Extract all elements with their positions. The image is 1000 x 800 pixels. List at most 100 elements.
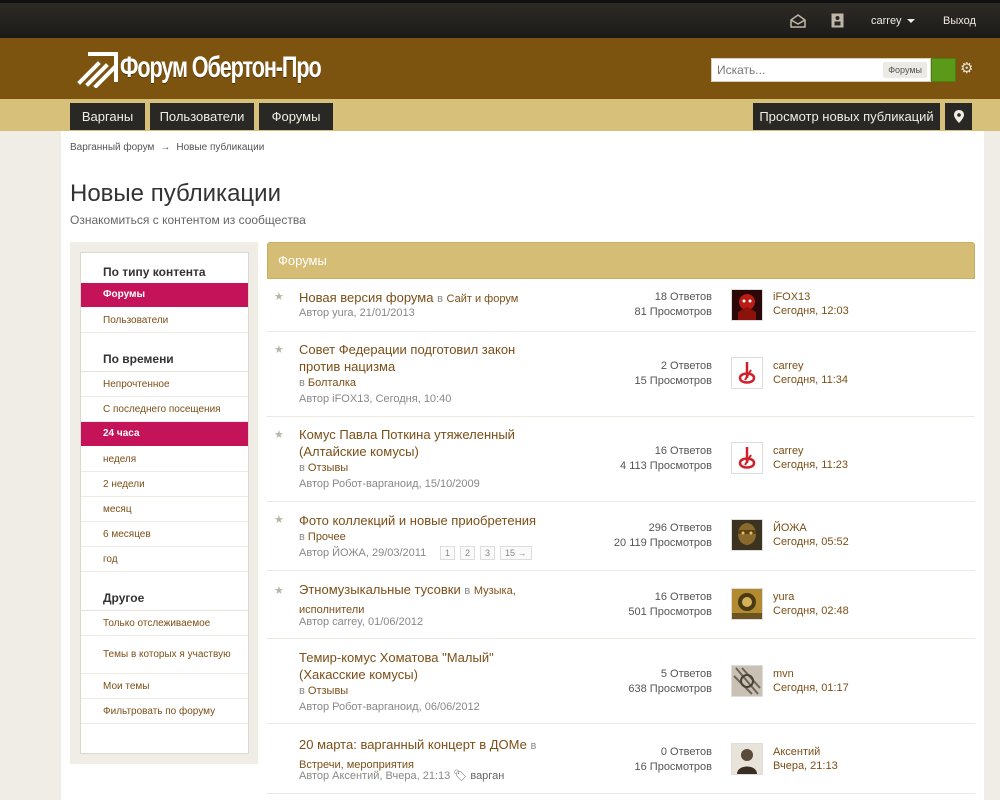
thread-title[interactable]: Этномузыкальные тусовки <box>299 582 461 597</box>
star-icon[interactable]: ★ <box>274 343 284 356</box>
section-title: Форумы <box>278 253 327 268</box>
forum-link[interactable]: Сайт и форум <box>447 293 519 305</box>
forum-link[interactable]: Отзывы <box>308 685 348 697</box>
search-bar: Форумы <box>711 58 956 82</box>
view-count: 16 Просмотров <box>634 761 713 773</box>
star-icon[interactable]: ★ <box>274 513 284 526</box>
thread-title[interactable]: Новая версия форума <box>299 290 433 305</box>
thread-tag[interactable]: варган <box>470 770 504 782</box>
view-count: 4 113 Просмотров <box>620 460 712 472</box>
sidebar-item-unread[interactable]: Непрочтенное <box>81 372 248 397</box>
thread-row: ★ Комус Павла Поткина утяжеленный (Алтай… <box>267 417 975 502</box>
last-post-time[interactable]: Сегодня, 11:23 <box>773 458 848 472</box>
user-menu[interactable]: carrey <box>871 3 915 38</box>
last-post-time[interactable]: Сегодня, 12:03 <box>773 304 849 318</box>
view-count: 638 Просмотров <box>628 683 712 695</box>
forum-link[interactable]: Прочее <box>308 531 346 543</box>
tab-vargany[interactable]: Варганы <box>70 103 145 130</box>
thread-row: ★ Совет Федерации подготовил закон проти… <box>267 332 975 417</box>
page-link-last[interactable]: 15 → <box>500 546 532 560</box>
sidebar-item-users[interactable]: Пользователи <box>81 308 248 333</box>
notifications-icon[interactable] <box>831 3 844 38</box>
avatar[interactable] <box>731 743 763 775</box>
view-count: 20 119 Просмотров <box>613 537 712 549</box>
username: carrey <box>871 15 902 27</box>
page-link[interactable]: 3 <box>480 546 496 560</box>
last-post-time[interactable]: Сегодня, 05:52 <box>773 535 849 549</box>
tab-forums[interactable]: Форумы <box>259 103 333 130</box>
sidebar-item-6months[interactable]: 6 месяцев <box>81 522 248 547</box>
star-icon[interactable]: ★ <box>274 584 284 597</box>
thread-title[interactable]: 20 марта: варганный концерт в ДОМе <box>299 737 527 752</box>
last-poster[interactable]: mvn <box>773 667 849 681</box>
avatar[interactable] <box>731 357 763 389</box>
last-poster[interactable]: iFOX13 <box>773 290 849 304</box>
forum-link[interactable]: Болталка <box>308 377 356 389</box>
map-pin-icon[interactable] <box>945 103 972 130</box>
view-count: 15 Просмотров <box>634 375 713 387</box>
thread-title[interactable]: Фото коллекций и новые приобретения <box>299 512 559 529</box>
logout-link[interactable]: Выход <box>943 3 976 38</box>
last-post-time[interactable]: Сегодня, 02:48 <box>773 604 849 618</box>
sidebar-item-2weeks[interactable]: 2 недели <box>81 472 248 497</box>
thread-meta: Автор carrey, 01/06/2012 <box>299 616 424 628</box>
sidebar-item-year[interactable]: год <box>81 547 248 572</box>
last-poster[interactable]: yura <box>773 590 849 604</box>
last-post-time[interactable]: Сегодня, 01:17 <box>773 681 849 695</box>
breadcrumb-current: Новые публикации <box>176 142 265 153</box>
star-icon[interactable]: ★ <box>274 428 284 441</box>
logo-arrows-icon <box>77 52 118 88</box>
sidebar-item-week[interactable]: неделя <box>81 447 248 472</box>
thread-title[interactable]: Темир-комус Хоматова "Малый" (Хакасские … <box>299 649 559 683</box>
breadcrumb-root[interactable]: Варганный форум <box>70 142 154 153</box>
thread-title[interactable]: Комус Павла Поткина утяжеленный (Алтайск… <box>299 426 559 460</box>
avatar[interactable] <box>731 519 763 551</box>
thread-meta: Автор yura, 21/01/2013 <box>299 307 415 319</box>
avatar[interactable] <box>731 289 763 321</box>
thread-meta: Автор Робот-варганоид, 06/06/2012 <box>299 701 480 713</box>
forum-link[interactable]: Отзывы <box>308 462 348 474</box>
last-poster[interactable]: ЙОЖА <box>773 521 849 535</box>
thread-row: ★ Фото коллекций и новые приобретения в … <box>267 502 975 571</box>
page-link[interactable]: 1 <box>440 546 456 560</box>
logo-text: Форум Обертон-Про <box>120 51 322 84</box>
thread-meta: Автор Робот-варганоид, 15/10/2009 <box>299 478 480 490</box>
last-poster[interactable]: carrey <box>773 444 848 458</box>
search-input[interactable] <box>712 59 872 81</box>
avatar[interactable] <box>731 665 763 697</box>
tab-users[interactable]: Пользователи <box>150 103 254 130</box>
avatar[interactable] <box>731 588 763 620</box>
last-poster[interactable]: Аксентий <box>773 745 838 759</box>
search-button[interactable] <box>931 58 956 82</box>
chevron-down-icon <box>906 19 915 24</box>
site-logo[interactable]: Форум Обертон-Про <box>76 44 399 92</box>
site-header: Форум Обертон-Про Форумы ⚙ <box>0 38 1000 99</box>
tag-icon: 🏷 <box>453 770 468 782</box>
avatar[interactable] <box>731 442 763 474</box>
page-links: 1 2 3 15 → <box>440 546 532 560</box>
forum-prefix: в <box>299 685 305 697</box>
search-scope[interactable]: Форумы <box>883 62 927 78</box>
thread-title[interactable]: Совет Федерации подготовил закон против … <box>299 341 559 375</box>
messages-icon[interactable] <box>790 3 806 38</box>
sidebar-item-followed[interactable]: Только отслеживаемое <box>81 611 248 636</box>
sidebar-item-24h[interactable]: 24 часа <box>81 422 248 446</box>
last-poster[interactable]: carrey <box>773 359 848 373</box>
forum-prefix: в <box>437 293 443 305</box>
new-posts-button[interactable]: Просмотр новых публикаций <box>753 103 940 130</box>
last-post-time[interactable]: Сегодня, 11:34 <box>773 373 848 387</box>
sidebar-item-since-last-visit[interactable]: С последнего посещения <box>81 397 248 422</box>
filter-sidebar: По типу контента Форумы Пользователи По … <box>80 252 249 754</box>
page-link[interactable]: 2 <box>460 546 476 560</box>
star-icon[interactable]: ★ <box>274 290 284 303</box>
search-box: Форумы <box>711 58 931 82</box>
thread-meta: Автор ЙОЖА, 29/03/2011 <box>299 547 427 559</box>
sidebar-item-filter-by-forum[interactable]: Фильтровать по форуму <box>81 699 248 724</box>
last-post-time[interactable]: Вчера, 21:13 <box>773 759 838 773</box>
sidebar-item-participated[interactable]: Темы в которых я участвую <box>81 636 248 674</box>
sidebar-item-month[interactable]: месяц <box>81 497 248 522</box>
sidebar-item-forums[interactable]: Форумы <box>81 283 248 307</box>
gear-icon[interactable]: ⚙ <box>960 60 973 78</box>
sidebar-item-my-topics[interactable]: Мои темы <box>81 674 248 699</box>
reply-count: 16 Ответов <box>654 591 712 603</box>
